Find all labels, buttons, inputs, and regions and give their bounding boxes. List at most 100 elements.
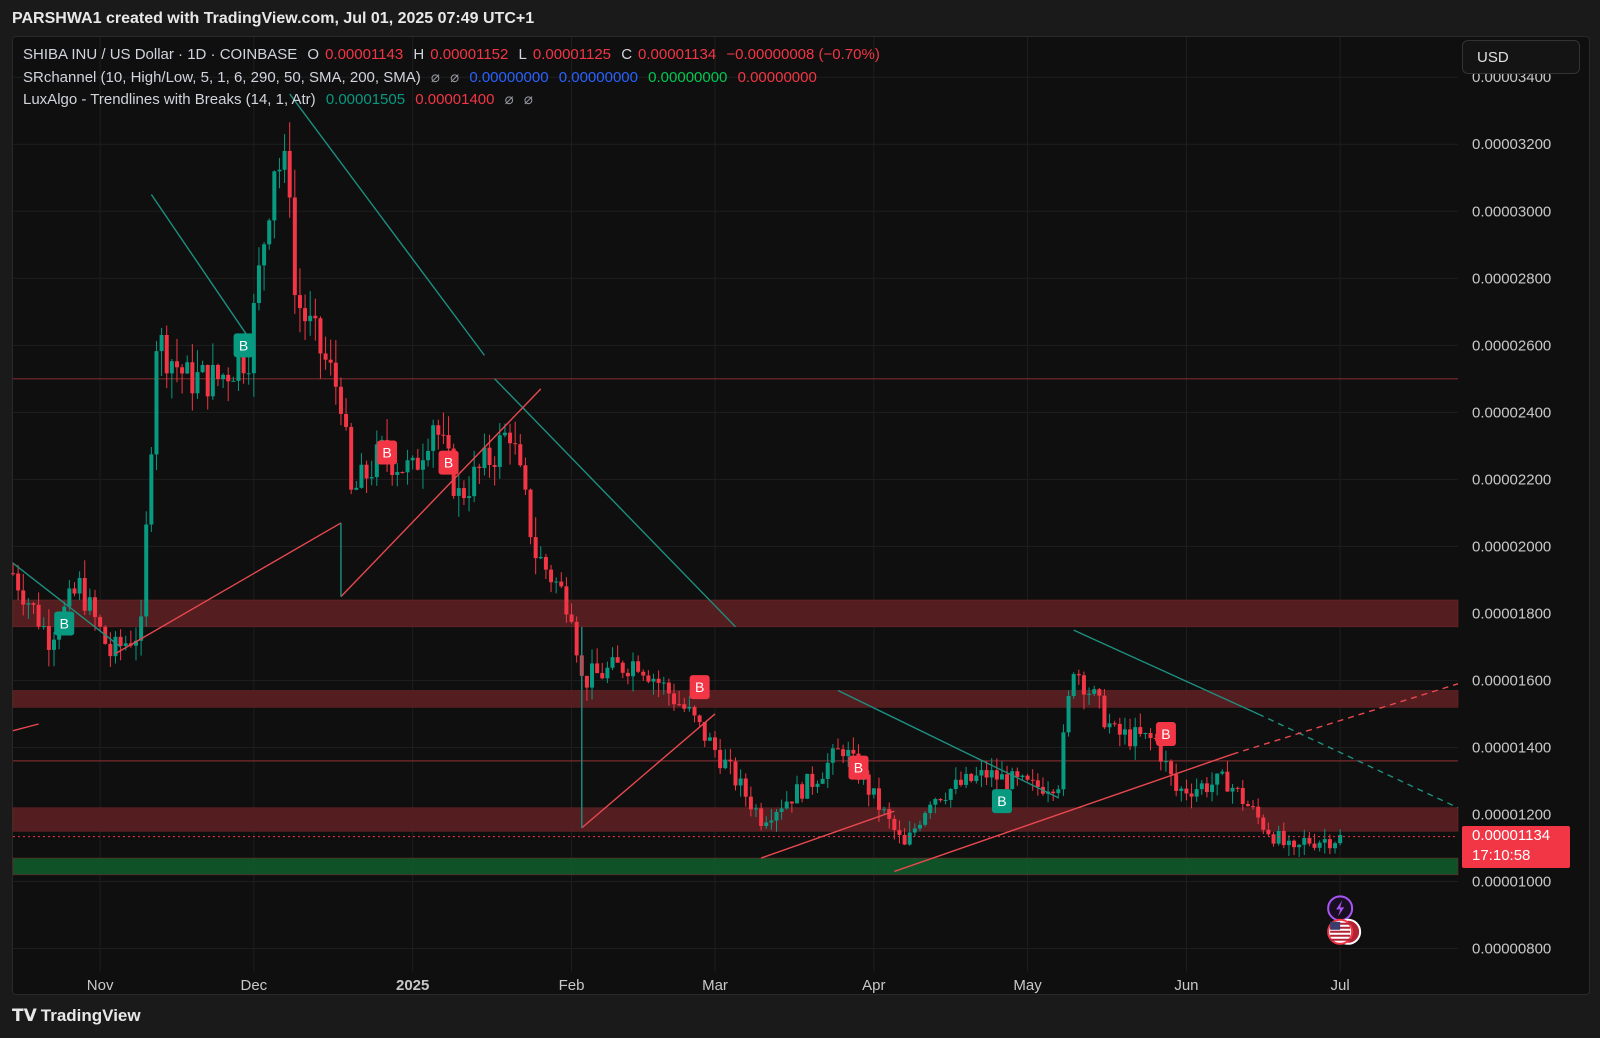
x-tick-label: Mar bbox=[702, 977, 728, 994]
price-chart[interactable]: 0.000034000.000032000.000030000.00002800… bbox=[0, 0, 1600, 1000]
candle-body bbox=[1292, 840, 1297, 848]
indicator-name[interactable]: SRchannel (10, High/Low, 5, 1, 6, 290, 5… bbox=[23, 69, 421, 86]
break-marker: B bbox=[377, 440, 398, 465]
candle-body bbox=[226, 374, 231, 382]
candle-body bbox=[759, 808, 764, 826]
y-tick-label: 0.00002600 bbox=[1472, 337, 1551, 354]
candle-body bbox=[164, 334, 169, 374]
candle-body bbox=[933, 798, 938, 805]
candle-body bbox=[1081, 675, 1086, 695]
candle-body bbox=[554, 581, 559, 583]
break-marker-label: B bbox=[382, 445, 391, 461]
candle-body bbox=[1071, 674, 1076, 697]
x-tick-label: Dec bbox=[240, 977, 267, 994]
candle-body bbox=[523, 465, 528, 490]
candle-body bbox=[231, 380, 236, 382]
visibility-icon[interactable]: ⌀ bbox=[524, 91, 533, 108]
legend-indicator-luxalgo[interactable]: LuxAlgo - Trendlines with Breaks (14, 1,… bbox=[23, 90, 539, 108]
candle-body bbox=[1302, 837, 1307, 845]
legend-indicator-srchannel[interactable]: SRchannel (10, High/Low, 5, 1, 6, 290, 5… bbox=[23, 68, 823, 86]
y-tick-label: 0.00001000 bbox=[1472, 874, 1551, 891]
visibility-icon[interactable]: ⌀ bbox=[431, 69, 440, 86]
indicator-name[interactable]: LuxAlgo - Trendlines with Breaks (14, 1,… bbox=[23, 91, 316, 108]
candle-body bbox=[492, 465, 497, 467]
candle-body bbox=[815, 783, 820, 787]
candle-body bbox=[1199, 783, 1204, 790]
candle-body bbox=[461, 488, 466, 499]
candle-body bbox=[666, 682, 671, 694]
candle-body bbox=[1194, 789, 1199, 797]
symbol-title[interactable]: SHIBA INU / US Dollar · 1D · COINBASE bbox=[23, 46, 297, 63]
candle-body bbox=[456, 488, 461, 496]
indicator-value: 0.00001400 bbox=[415, 91, 495, 108]
candle-body bbox=[1230, 787, 1235, 792]
sr-zone bbox=[12, 599, 1459, 628]
candle-body bbox=[1240, 788, 1245, 805]
y-tick-label: 0.00001600 bbox=[1472, 672, 1551, 689]
candle-body bbox=[1327, 839, 1332, 849]
candle-body bbox=[272, 171, 277, 221]
candle-body bbox=[994, 770, 999, 780]
candle-body bbox=[600, 673, 605, 679]
candle-body bbox=[11, 573, 15, 575]
currency-selector-button[interactable]: USD bbox=[1462, 40, 1580, 74]
candle-body bbox=[46, 625, 51, 650]
visibility-icon[interactable]: ⌀ bbox=[450, 69, 459, 86]
candle-body bbox=[256, 265, 261, 304]
candle-body bbox=[917, 824, 922, 829]
candle-body bbox=[651, 678, 656, 682]
candle-body bbox=[123, 643, 128, 646]
candle-body bbox=[605, 667, 610, 679]
candle-body bbox=[308, 315, 313, 322]
candle-body bbox=[1225, 771, 1230, 792]
break-marker-label: B bbox=[1161, 726, 1170, 742]
candle-body bbox=[1133, 727, 1138, 747]
candle-body bbox=[395, 472, 400, 475]
candle-body bbox=[641, 671, 646, 676]
flag-canton bbox=[1330, 921, 1341, 930]
tradingview-logo: 𝗧𝗩 TradingView bbox=[12, 1006, 141, 1026]
break-marker: B bbox=[233, 333, 254, 358]
y-tick-label: 0.00001800 bbox=[1472, 605, 1551, 622]
candle-body bbox=[92, 597, 97, 618]
candle-body bbox=[774, 811, 779, 821]
candle-body bbox=[779, 808, 784, 812]
candle-body bbox=[533, 537, 538, 559]
candle-body bbox=[764, 822, 769, 826]
candle-body bbox=[400, 472, 405, 474]
sr-zone bbox=[12, 690, 1459, 708]
candle-body bbox=[21, 590, 26, 605]
candle-body bbox=[1235, 787, 1240, 789]
candle-body bbox=[267, 220, 272, 245]
candle-body bbox=[1251, 806, 1256, 808]
candle-body bbox=[1092, 689, 1097, 694]
y-tick-label: 0.00002200 bbox=[1472, 471, 1551, 488]
candle-body bbox=[369, 477, 374, 479]
candle-body bbox=[1169, 761, 1174, 775]
candle-body bbox=[1220, 771, 1225, 774]
candle-body bbox=[1215, 773, 1220, 785]
break-marker: B bbox=[54, 611, 75, 636]
candle-body bbox=[180, 367, 185, 374]
ohlc-close: C 0.00001134 bbox=[621, 46, 717, 63]
candle-body bbox=[528, 489, 533, 538]
candle-body bbox=[51, 639, 56, 650]
candle-body bbox=[1030, 779, 1035, 781]
candle-body bbox=[210, 364, 215, 397]
candle-body bbox=[1174, 774, 1179, 791]
x-tick-label: May bbox=[1013, 977, 1042, 994]
x-tick-label: Jul bbox=[1331, 977, 1350, 994]
visibility-icon[interactable]: ⌀ bbox=[505, 91, 514, 108]
x-tick-label: Jun bbox=[1174, 977, 1198, 994]
candle-body bbox=[502, 432, 507, 436]
indicator-value: 0.00000000 bbox=[648, 69, 728, 86]
candle-body bbox=[205, 364, 210, 397]
break-marker: B bbox=[1155, 722, 1176, 747]
y-tick-label: 0.00001200 bbox=[1472, 806, 1551, 823]
candle-body bbox=[846, 749, 851, 757]
candle-body bbox=[1097, 689, 1102, 696]
candle-body bbox=[472, 466, 477, 497]
candle-body bbox=[928, 804, 933, 814]
candle-body bbox=[277, 169, 282, 172]
candle-body bbox=[1025, 775, 1030, 780]
